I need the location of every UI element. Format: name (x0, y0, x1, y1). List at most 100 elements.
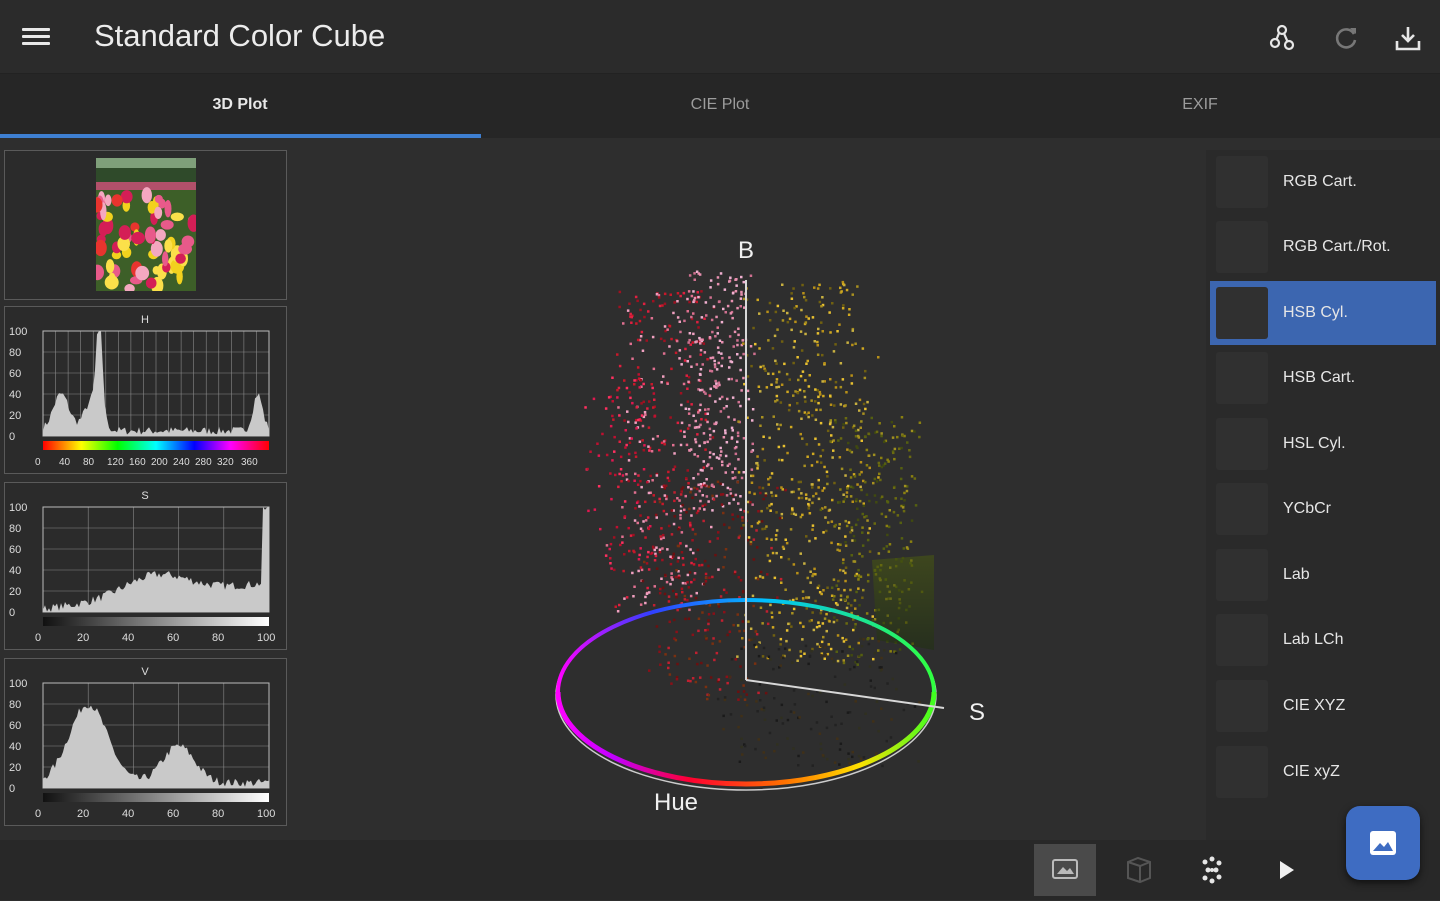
rgb-rotated-icon (1216, 221, 1268, 273)
svg-text:20: 20 (9, 410, 21, 422)
svg-text:100: 100 (9, 502, 27, 514)
svg-text:40: 40 (59, 457, 71, 468)
svg-text:20: 20 (9, 586, 21, 598)
image-preview-card[interactable] (4, 150, 287, 300)
mode-lab[interactable]: Lab (1210, 543, 1436, 607)
refresh-icon[interactable] (1330, 22, 1362, 54)
mode-ycbcr[interactable]: YCbCr (1210, 477, 1436, 541)
tab-cie-plot[interactable]: CIE Plot (480, 74, 960, 138)
svg-text:100: 100 (257, 808, 275, 820)
s-axis-label: S (969, 699, 985, 726)
cube-icon[interactable] (1108, 844, 1170, 896)
hsl-cylinder-icon (1216, 418, 1268, 470)
mode-label: YCbCr (1283, 500, 1332, 517)
y-tick-labels: 100 80 60 40 20 0 (9, 326, 27, 443)
cie-xyz-icon (1216, 680, 1268, 732)
hue-axis-label: Hue (654, 789, 698, 816)
rgb-cube-icon (1216, 156, 1268, 208)
svg-text:60: 60 (9, 368, 21, 380)
svg-text:0: 0 (35, 808, 41, 820)
histogram-s-card: S 100 80 60 40 20 0 0 20 40 60 80 100 (4, 482, 287, 650)
tulip-photo-thumbnail (96, 158, 196, 291)
hamburger-menu-icon[interactable] (22, 24, 50, 50)
mode-hsb-cart[interactable]: HSB Cart. (1210, 346, 1436, 410)
svg-text:20: 20 (77, 808, 89, 820)
tab-3d-plot[interactable]: 3D Plot (0, 74, 480, 138)
mode-cie-xyz-lower[interactable]: CIE xyZ (1210, 740, 1436, 804)
hsb-3d-plot[interactable]: B S Hue (292, 140, 1206, 840)
histogram-h: H 100 80 60 40 20 0 0 40 80 120 160 200 (9, 314, 270, 468)
lab-lch-icon (1216, 614, 1268, 666)
histogram-h-card: H 100 80 60 40 20 0 0 40 80 120 160 200 (4, 306, 287, 474)
svg-text:60: 60 (9, 544, 21, 556)
tab-bar: 3D Plot CIE Plot EXIF (0, 74, 1440, 138)
svg-text:20: 20 (77, 632, 89, 644)
svg-text:200: 200 (151, 457, 168, 468)
mode-rgb-cart[interactable]: RGB Cart. (1210, 150, 1436, 214)
y-tick-labels: 100 80 60 40 20 0 (9, 502, 27, 619)
svg-text:0: 0 (9, 783, 15, 795)
svg-text:40: 40 (122, 632, 134, 644)
page-title: Standard Color Cube (94, 18, 386, 53)
mode-hsb-cyl[interactable]: HSB Cyl. (1210, 281, 1436, 345)
left-panel: H 100 80 60 40 20 0 0 40 80 120 160 200 (0, 140, 292, 840)
mode-label: CIE XYZ (1283, 697, 1346, 714)
lab-icon (1216, 549, 1268, 601)
histogram-title: V (141, 666, 149, 678)
image-icon (1370, 831, 1396, 855)
mode-label: HSB Cyl. (1283, 304, 1348, 321)
svg-text:0: 0 (35, 632, 41, 644)
x-tick-labels: 0 20 40 60 80 100 (35, 808, 275, 820)
cie-xyz-chromaticity-icon (1216, 746, 1268, 798)
mode-rgb-cart-rot[interactable]: RGB Cart./Rot. (1210, 215, 1436, 279)
svg-text:0: 0 (35, 457, 41, 468)
image-fab-button[interactable] (1346, 806, 1420, 880)
active-tab-indicator (0, 134, 481, 138)
play-icon[interactable] (1255, 844, 1317, 896)
svg-text:80: 80 (212, 632, 224, 644)
svg-text:80: 80 (212, 808, 224, 820)
svg-text:360: 360 (241, 457, 258, 468)
svg-text:40: 40 (9, 565, 21, 577)
svg-text:80: 80 (9, 523, 21, 535)
mode-hsl-cyl[interactable]: HSL Cyl. (1210, 412, 1436, 476)
download-icon[interactable] (1392, 22, 1424, 54)
x-tick-labels: 0 20 40 60 80 100 (35, 632, 275, 644)
mode-label: CIE xyZ (1283, 763, 1340, 780)
hsb-cartesian-icon (1216, 352, 1268, 404)
histogram-v: V 100 80 60 40 20 0 0 20 40 60 80 100 (9, 666, 275, 820)
svg-text:320: 320 (217, 457, 234, 468)
svg-text:100: 100 (9, 678, 27, 690)
svg-text:40: 40 (9, 389, 21, 401)
mode-cie-xyz[interactable]: CIE XYZ (1210, 674, 1436, 738)
tab-exif[interactable]: EXIF (960, 74, 1440, 138)
histogram-s: S 100 80 60 40 20 0 0 20 40 60 80 100 (9, 490, 275, 644)
svg-text:80: 80 (9, 699, 21, 711)
svg-text:240: 240 (173, 457, 190, 468)
svg-text:160: 160 (129, 457, 146, 468)
svg-text:80: 80 (83, 457, 95, 468)
mode-label: HSB Cart. (1283, 369, 1356, 386)
bottom-toolbar (0, 840, 1440, 900)
mode-label: Lab (1283, 566, 1310, 583)
app-bar: Standard Color Cube (0, 0, 1440, 74)
share-nodes-icon[interactable] (1266, 22, 1298, 54)
image-view-icon[interactable] (1034, 844, 1096, 896)
histogram-title: H (141, 314, 149, 326)
mode-label: RGB Cart. (1283, 173, 1357, 190)
mode-label: Lab LCh (1283, 631, 1344, 648)
svg-text:40: 40 (122, 808, 134, 820)
mode-lab-lch[interactable]: Lab LCh (1210, 608, 1436, 672)
hsb-cylinder-icon (1216, 287, 1268, 339)
scatter-points-icon[interactable] (1181, 844, 1243, 896)
histogram-v-card: V 100 80 60 40 20 0 0 20 40 60 80 100 (4, 658, 287, 826)
svg-text:60: 60 (167, 632, 179, 644)
y-tick-labels: 100 80 60 40 20 0 (9, 678, 27, 795)
mode-label: HSL Cyl. (1283, 435, 1346, 452)
svg-text:280: 280 (195, 457, 212, 468)
svg-text:80: 80 (9, 347, 21, 359)
svg-text:100: 100 (257, 632, 275, 644)
ycbcr-icon (1216, 483, 1268, 535)
svg-text:0: 0 (9, 607, 15, 619)
mode-label: RGB Cart./Rot. (1283, 238, 1391, 255)
